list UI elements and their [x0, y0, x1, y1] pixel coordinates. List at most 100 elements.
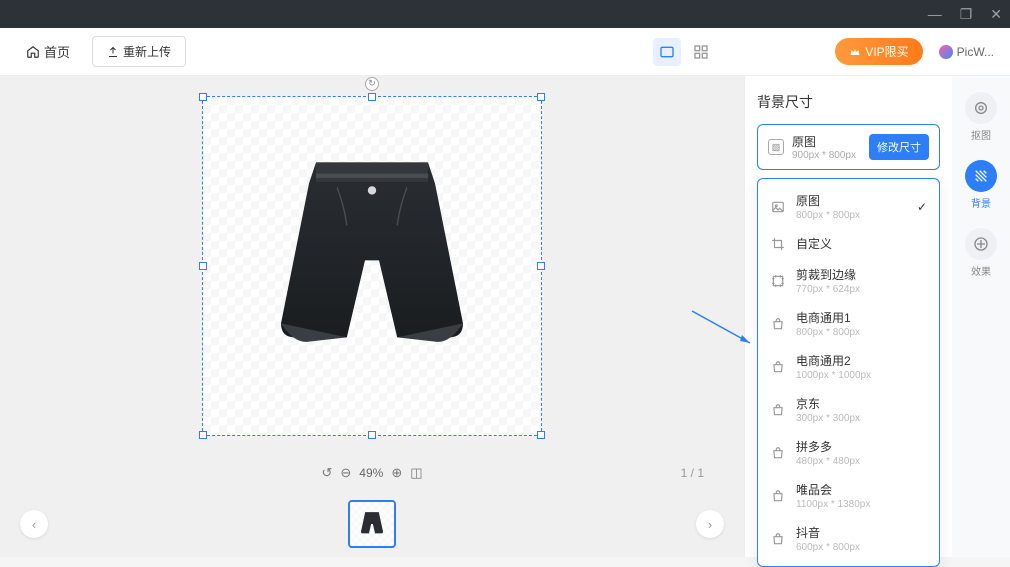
resize-handle-mt[interactable]	[368, 93, 376, 101]
current-size-name: 原图	[792, 133, 869, 150]
edit-size-button[interactable]: 修改尺寸	[869, 134, 929, 160]
zoom-value: 49%	[359, 466, 383, 480]
size-option-0[interactable]: 原图800px * 800px✓	[758, 185, 939, 228]
size-option-name: 唯品会	[796, 481, 927, 498]
bag-icon	[770, 359, 786, 375]
single-view-icon	[659, 45, 675, 59]
rotate-handle[interactable]: ↻	[365, 77, 379, 91]
thumbnail-1[interactable]	[348, 500, 396, 548]
canvas-area: ↻	[0, 76, 744, 557]
brand-logo[interactable]: PicW...	[939, 45, 994, 59]
home-button[interactable]: 首页	[16, 36, 80, 67]
size-option-dim: 1100px * 1380px	[796, 499, 927, 510]
home-label: 首页	[44, 42, 70, 61]
bag-icon	[770, 531, 786, 547]
size-option-name: 电商通用1	[796, 309, 927, 326]
size-option-dim: 800px * 800px	[796, 210, 917, 221]
size-option-dim: 480px * 480px	[796, 456, 927, 467]
side-tool-label: 效果	[971, 263, 991, 278]
brand-icon	[939, 45, 953, 59]
side-tool-effect[interactable]: 效果	[963, 228, 999, 278]
current-size-dim: 900px * 800px	[792, 150, 869, 161]
home-icon	[26, 45, 40, 59]
thumb-image	[355, 507, 389, 541]
size-option-name: 京东	[796, 395, 927, 412]
current-size-row[interactable]: ▧ 原图 900px * 800px 修改尺寸	[757, 124, 940, 170]
size-option-8[interactable]: 抖音600px * 800px	[758, 517, 939, 560]
size-option-dim: 800px * 800px	[796, 327, 927, 338]
size-option-7[interactable]: 唯品会1100px * 1380px	[758, 474, 939, 517]
check-icon: ✓	[917, 200, 927, 214]
size-option-name: 电商通用2	[796, 352, 927, 369]
size-option-1[interactable]: 自定义	[758, 228, 939, 259]
bag-icon	[770, 402, 786, 418]
reset-view-icon[interactable]: ↺	[321, 465, 332, 481]
size-option-dim: 600px * 800px	[796, 542, 927, 553]
side-tool-label: 抠图	[971, 127, 991, 142]
background-icon	[965, 160, 997, 192]
size-option-name: 拼多多	[796, 438, 927, 455]
panel-title: 背景尺寸	[757, 92, 940, 112]
zoom-in-icon[interactable]: ⊕	[391, 465, 402, 481]
compare-icon[interactable]: ◫	[410, 465, 422, 481]
resize-handle-tr[interactable]	[537, 93, 545, 101]
reupload-button[interactable]: 重新上传	[92, 36, 186, 67]
resize-handle-bl[interactable]	[199, 431, 207, 439]
vip-label: VIP限买	[865, 43, 908, 60]
canvas-wrap[interactable]: ↻	[0, 76, 744, 455]
close-button[interactable]: ✕	[990, 6, 1002, 23]
size-option-name: 自定义	[796, 235, 927, 252]
trim-icon	[770, 273, 786, 289]
zoom-out-icon[interactable]: ⊖	[340, 465, 351, 481]
reupload-label: 重新上传	[123, 43, 171, 60]
next-thumb-button[interactable]: ›	[696, 510, 724, 538]
upload-icon	[107, 46, 119, 58]
view-toggle	[653, 38, 715, 66]
prev-thumb-button[interactable]: ‹	[20, 510, 48, 538]
grid-view-button[interactable]	[687, 38, 715, 66]
size-option-name: 抖音	[796, 524, 927, 541]
size-option-dim: 300px * 300px	[796, 413, 927, 424]
minimize-button[interactable]: —	[928, 6, 942, 22]
brand-label: PicW...	[957, 45, 994, 59]
vip-button[interactable]: VIP限买	[835, 38, 922, 65]
main-area: ↻	[0, 76, 1010, 557]
thumbnail-strip: ‹ ›	[0, 491, 744, 557]
side-tool-label: 背景	[971, 195, 991, 210]
bag-icon	[770, 488, 786, 504]
product-image[interactable]	[232, 120, 512, 400]
side-tools: 抠图背景效果	[952, 76, 1010, 557]
top-toolbar: 首页 重新上传 VIP限买 PicW...	[0, 28, 1010, 76]
size-option-2[interactable]: 剪裁到边缘770px * 624px	[758, 259, 939, 302]
size-dropdown: 原图800px * 800px✓自定义剪裁到边缘770px * 624px电商通…	[757, 178, 940, 567]
size-option-4[interactable]: 电商通用21000px * 1000px	[758, 345, 939, 388]
resize-handle-br[interactable]	[537, 431, 545, 439]
selection-box[interactable]: ↻	[202, 96, 542, 436]
bag-icon	[770, 445, 786, 461]
crown-icon	[849, 46, 861, 58]
effect-icon	[965, 228, 997, 260]
image-icon	[770, 199, 786, 215]
canvas-controls: ↺ ⊖ 49% ⊕ ◫ 1 / 1	[0, 455, 744, 491]
size-option-5[interactable]: 京东300px * 300px	[758, 388, 939, 431]
size-option-name: 原图	[796, 192, 917, 209]
size-option-6[interactable]: 拼多多480px * 480px	[758, 431, 939, 474]
resize-handle-mr[interactable]	[537, 262, 545, 270]
page-indicator: 1 / 1	[681, 466, 704, 480]
cutout-icon	[965, 92, 997, 124]
size-option-3[interactable]: 电商通用1800px * 800px	[758, 302, 939, 345]
size-option-name: 剪裁到边缘	[796, 266, 927, 283]
crop-icon	[770, 236, 786, 252]
side-tool-cutout[interactable]: 抠图	[963, 92, 999, 142]
resize-handle-ml[interactable]	[199, 262, 207, 270]
size-option-dim: 770px * 624px	[796, 284, 927, 295]
single-view-button[interactable]	[653, 38, 681, 66]
grid-view-icon	[693, 44, 709, 60]
window-titlebar: — ❐ ✕	[0, 0, 1010, 28]
resize-handle-mb[interactable]	[368, 431, 376, 439]
side-tool-background[interactable]: 背景	[963, 160, 999, 210]
maximize-button[interactable]: ❐	[960, 6, 973, 23]
image-size-icon: ▧	[768, 139, 784, 155]
bag-icon	[770, 316, 786, 332]
resize-handle-tl[interactable]	[199, 93, 207, 101]
